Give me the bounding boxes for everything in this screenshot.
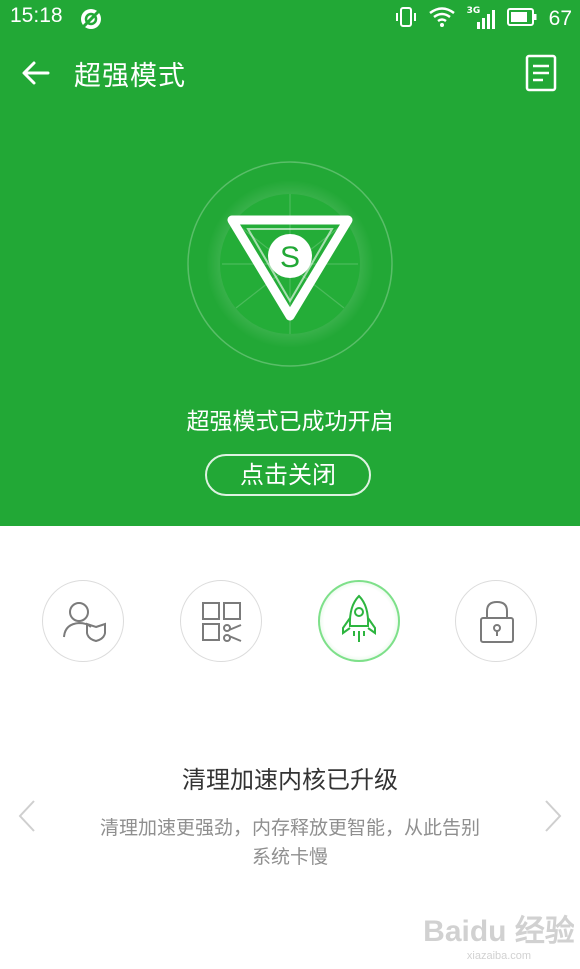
back-arrow-icon[interactable] [18,55,54,91]
watermark-logo: Baidu 经验 xiazaiba.com [423,895,575,965]
document-icon[interactable] [524,54,558,92]
cellular-signal-icon: 3G [467,6,495,30]
notification-app-icon [80,8,102,34]
feature-lock-button[interactable] [455,580,537,662]
super-mode-logo: S [184,158,396,370]
rocket-icon [342,594,376,642]
feature-headline: 清理加速内核已升级 [182,766,398,794]
feature-description: 清理加速更强劲，内存释放更智能，从此告别系统卡慢 [100,817,481,868]
watermark-text: Baidu 经验 [424,914,574,948]
status-bar: 15:18 3G 67 [0,0,580,38]
app-manager-icon [202,602,242,642]
page-title: 超强模式 [74,61,186,92]
vibrate-icon [395,6,417,32]
watermark-site: xiazaiba.com [467,950,531,962]
status-time: 15:18 [10,4,63,27]
feature-privacy-button[interactable] [42,580,124,662]
lock-icon [480,600,514,643]
wifi-icon [428,7,455,31]
close-mode-button[interactable]: 点击关闭 [205,454,371,496]
battery-percentage: 67 [548,7,572,30]
carousel-prev-icon[interactable] [16,798,38,834]
app-bar: 超强模式 [0,40,580,106]
feature-speed-boost-button[interactable] [318,580,400,662]
feature-app-manager-button[interactable] [180,580,262,662]
user-shield-icon [63,602,106,643]
logo-letter: S [280,241,300,274]
carousel-next-icon[interactable] [542,798,564,834]
battery-icon [506,8,537,30]
mode-status-text: 超强模式已成功开启 [186,409,394,435]
